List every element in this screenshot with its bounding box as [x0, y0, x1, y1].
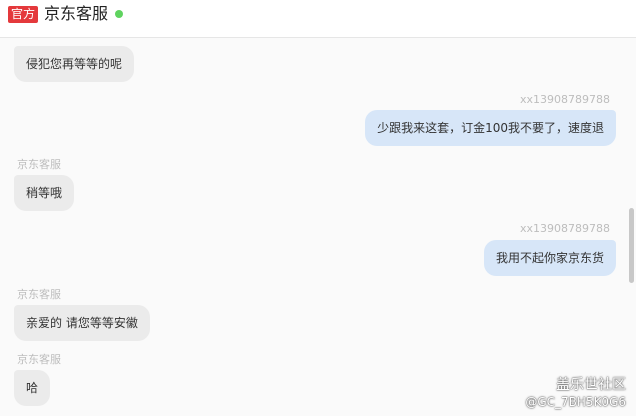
message-sender: 京东客服: [17, 288, 61, 301]
chat-messages[interactable]: 侵犯您再等等的呢 xx13908789788 少跟我来这套，订金100我不要了，…: [0, 39, 636, 416]
message-sender: xx13908789788: [519, 93, 610, 106]
watermark-site: 盖乐世社区: [556, 377, 626, 393]
chat-title: 京东客服: [44, 4, 109, 23]
message-sender: 京东客服: [17, 158, 61, 171]
watermark-user: @GC_7BH5K0G6: [525, 395, 626, 409]
message-bubble: 侵犯您再等等的呢: [14, 46, 135, 82]
message-bubble: 亲爱的 请您等等安徽: [14, 305, 150, 341]
message-bubble: 哈: [14, 370, 51, 406]
chat-header: 官方 京东客服: [0, 0, 636, 38]
online-status-icon: [115, 10, 123, 18]
message-bubble: 稍等哦: [14, 175, 75, 211]
chat-scrollbar[interactable]: [629, 208, 634, 283]
watermark: 盖乐世社区 @GC_7BH5K0G6: [525, 376, 626, 410]
message-sender: 京东客服: [17, 353, 61, 366]
message-bubble: 我用不起你家京东货: [483, 240, 616, 276]
message-bubble: 少跟我来这套，订金100我不要了，速度退: [365, 110, 616, 146]
message-sender: xx13908789788: [519, 222, 610, 235]
official-badge: 官方: [8, 6, 39, 23]
